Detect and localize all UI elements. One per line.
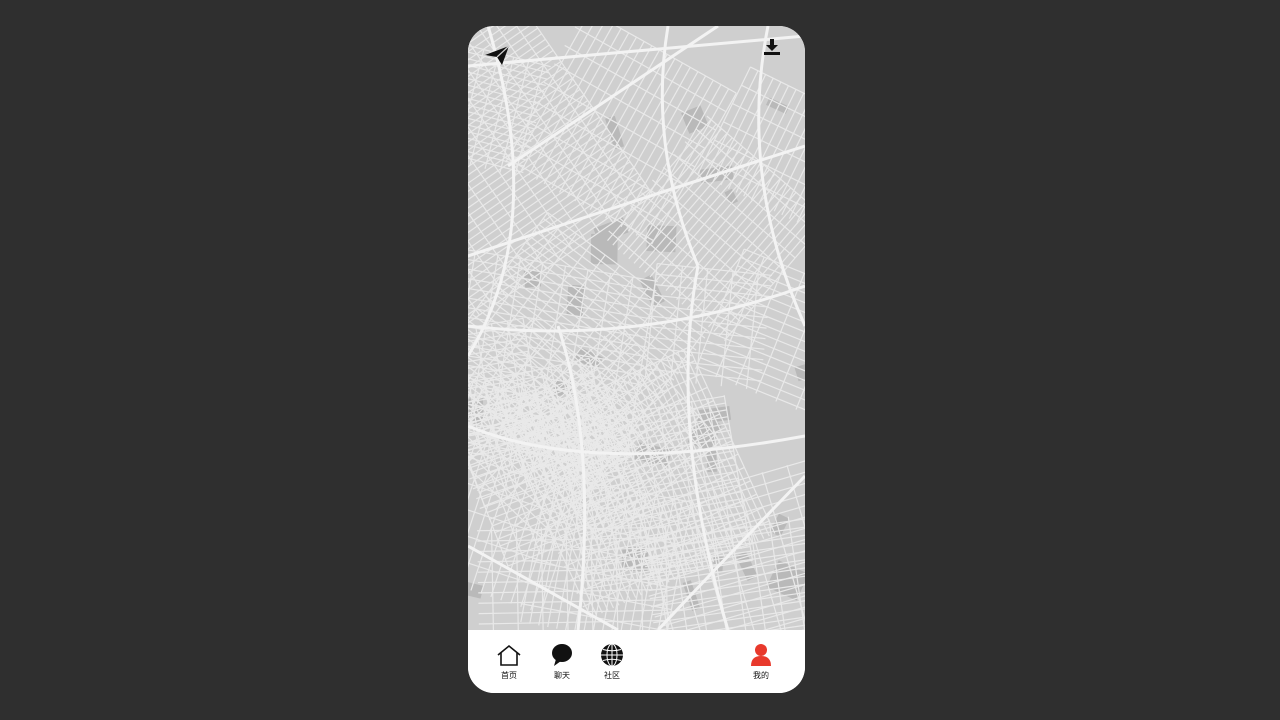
download-icon [764, 39, 780, 55]
bottom-tab-bar: 首页 聊天 社区 我的 [468, 630, 805, 693]
map-view[interactable] [468, 26, 805, 630]
home-icon [496, 642, 522, 668]
phone-frame: 首页 聊天 社区 我的 [468, 26, 805, 693]
globe-icon [599, 642, 625, 668]
paper-plane-button[interactable] [484, 44, 512, 72]
tab-home[interactable]: 首页 [484, 642, 534, 686]
download-button[interactable] [763, 38, 791, 66]
chat-bubble-icon [549, 642, 575, 668]
tab-chat[interactable]: 聊天 [537, 642, 587, 686]
tab-me-label: 我的 [753, 671, 769, 680]
tab-community-label: 社区 [604, 671, 620, 680]
user-icon [748, 642, 774, 668]
map-streets [468, 26, 805, 630]
tab-me[interactable]: 我的 [736, 642, 786, 686]
tab-chat-label: 聊天 [554, 671, 570, 680]
tab-home-label: 首页 [501, 671, 517, 680]
paper-plane-icon [485, 45, 510, 65]
tab-community[interactable]: 社区 [587, 642, 637, 686]
